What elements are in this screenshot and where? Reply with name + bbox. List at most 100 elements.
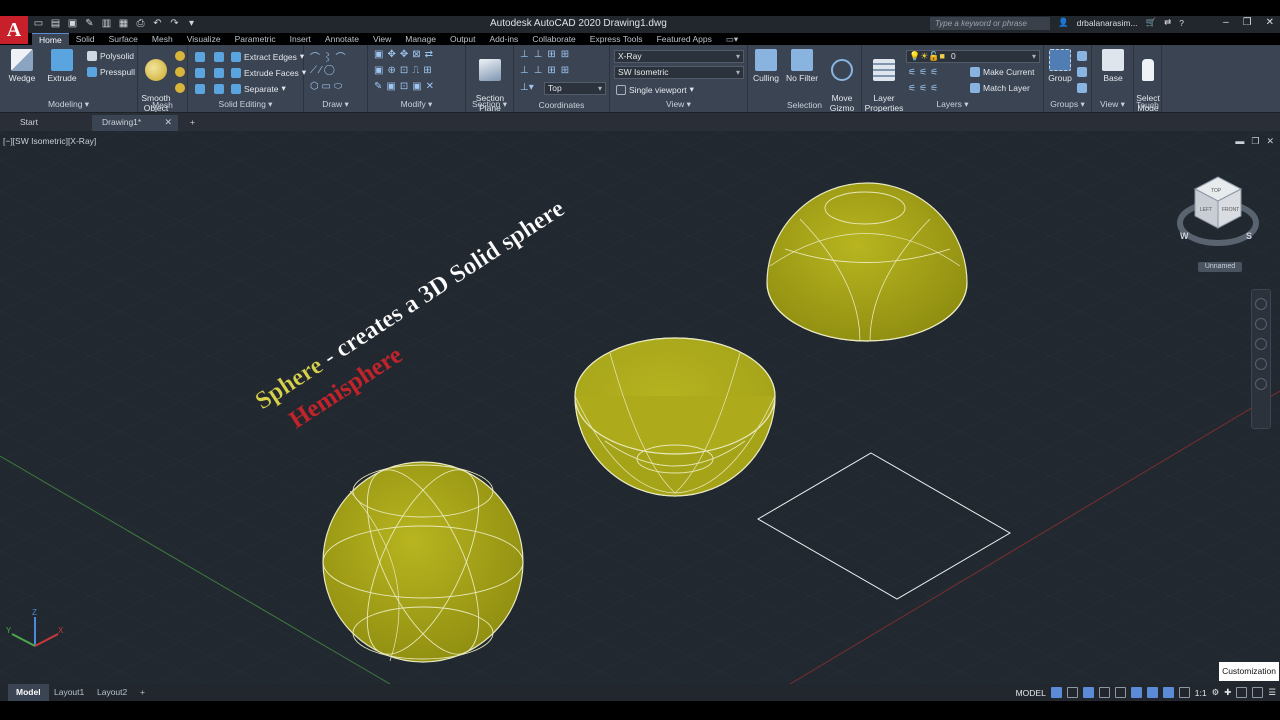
new-tab-button[interactable]: + [180, 115, 205, 131]
group-edit-icon[interactable] [1077, 67, 1087, 77]
ortho-icon[interactable] [1082, 687, 1094, 698]
mesh-smooth-more-icon[interactable] [175, 51, 185, 61]
save-web-icon[interactable]: ▦ [117, 17, 130, 30]
match-layer-button[interactable]: Match Layer [970, 83, 1030, 93]
app-menu-button[interactable]: A [0, 16, 28, 44]
thicken-icon[interactable] [214, 84, 224, 94]
annotation-scale[interactable]: 1:1 [1195, 688, 1207, 698]
panel-title-modify[interactable]: Modify ▾ [368, 99, 465, 110]
pan-icon[interactable] [1255, 318, 1267, 330]
start-tab[interactable]: Start [10, 115, 48, 131]
erase-icon[interactable]: ✎▣⊡▣✕ [374, 81, 438, 92]
annotation-visibility-icon[interactable] [1162, 687, 1174, 698]
layer-tools-icon[interactable]: ⚟⚟⚟ [908, 67, 941, 78]
panel-title-coordinates[interactable]: Coordinates [514, 100, 609, 110]
extract-edges-button[interactable]: Extract Edges ▾ [231, 51, 304, 62]
open-icon[interactable]: ▤ [49, 17, 62, 30]
panel-title-groups[interactable]: Groups ▾ [1044, 99, 1091, 110]
line-icon[interactable]: ⌒ ⌇ ⌒ [310, 49, 346, 64]
separate-button[interactable]: Separate ▾ [231, 83, 286, 94]
isolate-icon[interactable]: ✚ [1224, 687, 1231, 698]
plot-icon[interactable]: ⎙ [134, 17, 147, 30]
user-icon[interactable]: 👤 [1058, 17, 1069, 28]
viewport-controls-label[interactable]: [−][SW Isometric][X-Ray] [3, 136, 96, 146]
wedge-button[interactable]: Wedge [6, 49, 38, 83]
model-space-toggle[interactable]: MODEL [1016, 688, 1046, 698]
zoom-icon[interactable] [1255, 338, 1267, 350]
polyline-icon[interactable]: ⟋ ⁄ ◯ [310, 65, 334, 76]
dynamic-ucs-icon[interactable] [1130, 687, 1142, 698]
base-button[interactable]: Base [1096, 49, 1130, 83]
interfere-icon[interactable] [214, 52, 224, 62]
move-icon[interactable]: ▣✥✥⊠⇄ [374, 49, 437, 60]
viewport-close-icon[interactable]: ✕ [1266, 136, 1274, 147]
extrude-button[interactable]: Extrude [44, 49, 80, 83]
undo-icon[interactable]: ↶ [151, 17, 164, 30]
panel-title-view[interactable]: View ▾ [610, 99, 747, 110]
mesh-refine-icon[interactable] [175, 83, 185, 93]
grid-icon[interactable] [1050, 687, 1062, 698]
help-icon[interactable]: ? [1179, 18, 1184, 28]
auto-scale-icon[interactable] [1178, 687, 1190, 698]
view-dropdown[interactable]: SW Isometric [614, 66, 744, 79]
compass-w-label[interactable]: W [1180, 231, 1189, 241]
username[interactable]: drbalanarasim... [1077, 18, 1138, 28]
minimize-button[interactable]: – [1223, 17, 1229, 28]
viewport-restore-icon[interactable]: ❐ [1251, 136, 1259, 147]
panel-title-draw[interactable]: Draw ▾ [304, 99, 367, 110]
3d-scene[interactable]: Sphere - creates a 3D Solid sphere Hemis… [0, 131, 1280, 684]
no-filter-button[interactable]: No Filter [784, 49, 820, 83]
ungroup-icon[interactable] [1077, 51, 1087, 61]
cart-icon[interactable]: 🛒 [1146, 17, 1157, 28]
union-icon[interactable] [195, 52, 205, 62]
panel-title-layers[interactable]: Layers ▾ [862, 99, 1043, 110]
exchange-icon[interactable]: ⇄ [1164, 17, 1171, 28]
ucs-view-dropdown[interactable]: Top [544, 82, 606, 95]
showmotion-icon[interactable] [1255, 378, 1267, 390]
panel-title-section[interactable]: Section ▾ [466, 99, 513, 110]
extrude-faces-button[interactable]: Extrude Faces ▾ [231, 67, 306, 78]
polar-icon[interactable] [1098, 687, 1110, 698]
panel-title-mesh[interactable]: Mesh [138, 100, 187, 110]
intersect-icon[interactable] [195, 84, 205, 94]
add-layout-button[interactable]: + [132, 684, 153, 701]
viewcube-left-label[interactable]: LEFT [1200, 207, 1212, 213]
orbit-icon[interactable] [1255, 358, 1267, 370]
drawing-tab[interactable]: Drawing1* ✕ [92, 115, 178, 131]
make-current-button[interactable]: Make Current [970, 67, 1035, 77]
qat-dropdown-icon[interactable]: ▾ [185, 17, 198, 30]
hardware-acceleration-icon[interactable] [1236, 687, 1248, 698]
web-icon[interactable]: ▥ [100, 17, 113, 30]
group-select-icon[interactable] [1077, 83, 1087, 93]
viewport-minimize-icon[interactable]: ▬ [1235, 136, 1244, 147]
steering-wheel-icon[interactable] [1255, 298, 1267, 310]
tab-layout1[interactable]: Layout1 [46, 684, 92, 701]
slice-icon[interactable] [214, 68, 224, 78]
rectangle-icon[interactable]: ⬡ ▭ ⬭ [310, 81, 342, 92]
panel-title-view-base[interactable]: View ▾ [1092, 99, 1133, 110]
viewcube-top-label[interactable]: TOP [1211, 188, 1222, 194]
ucs-name-dropdown[interactable]: Unnamed [1198, 262, 1242, 272]
redo-icon[interactable]: ↷ [168, 17, 181, 30]
compass-s-label[interactable]: S [1246, 231, 1252, 241]
polysolid-button[interactable]: Polysolid [87, 51, 134, 61]
panel-title-solid-editing[interactable]: Solid Editing ▾ [188, 99, 303, 110]
osnap-icon[interactable] [1114, 687, 1126, 698]
mesh-smooth-less-icon[interactable] [175, 67, 185, 77]
restore-button[interactable]: ❐ [1243, 17, 1252, 28]
viewport-config-button[interactable]: Single viewport ▾ [616, 84, 694, 95]
clean-screen-icon[interactable] [1252, 687, 1264, 698]
visual-style-dropdown[interactable]: X-Ray [614, 50, 744, 63]
group-button[interactable]: Group [1046, 49, 1074, 83]
subtract-icon[interactable] [195, 68, 205, 78]
customization-menu-icon[interactable]: ☰ [1268, 687, 1276, 698]
panel-title-modeling[interactable]: Modeling ▾ [0, 99, 137, 110]
ucs-icon[interactable]: ⊥⊥⊞⊞ [520, 49, 574, 60]
ucs-named-icon[interactable]: ⊥▾ [520, 82, 534, 93]
snap-icon[interactable] [1066, 687, 1078, 698]
save-as-icon[interactable]: ✎ [83, 17, 96, 30]
viewcube-front-label[interactable]: FRONT [1222, 207, 1239, 213]
navigation-bar[interactable] [1251, 289, 1271, 429]
new-icon[interactable]: ▭ [32, 17, 45, 30]
drawing-viewport[interactable]: Sphere - creates a 3D Solid sphere Hemis… [0, 131, 1280, 684]
